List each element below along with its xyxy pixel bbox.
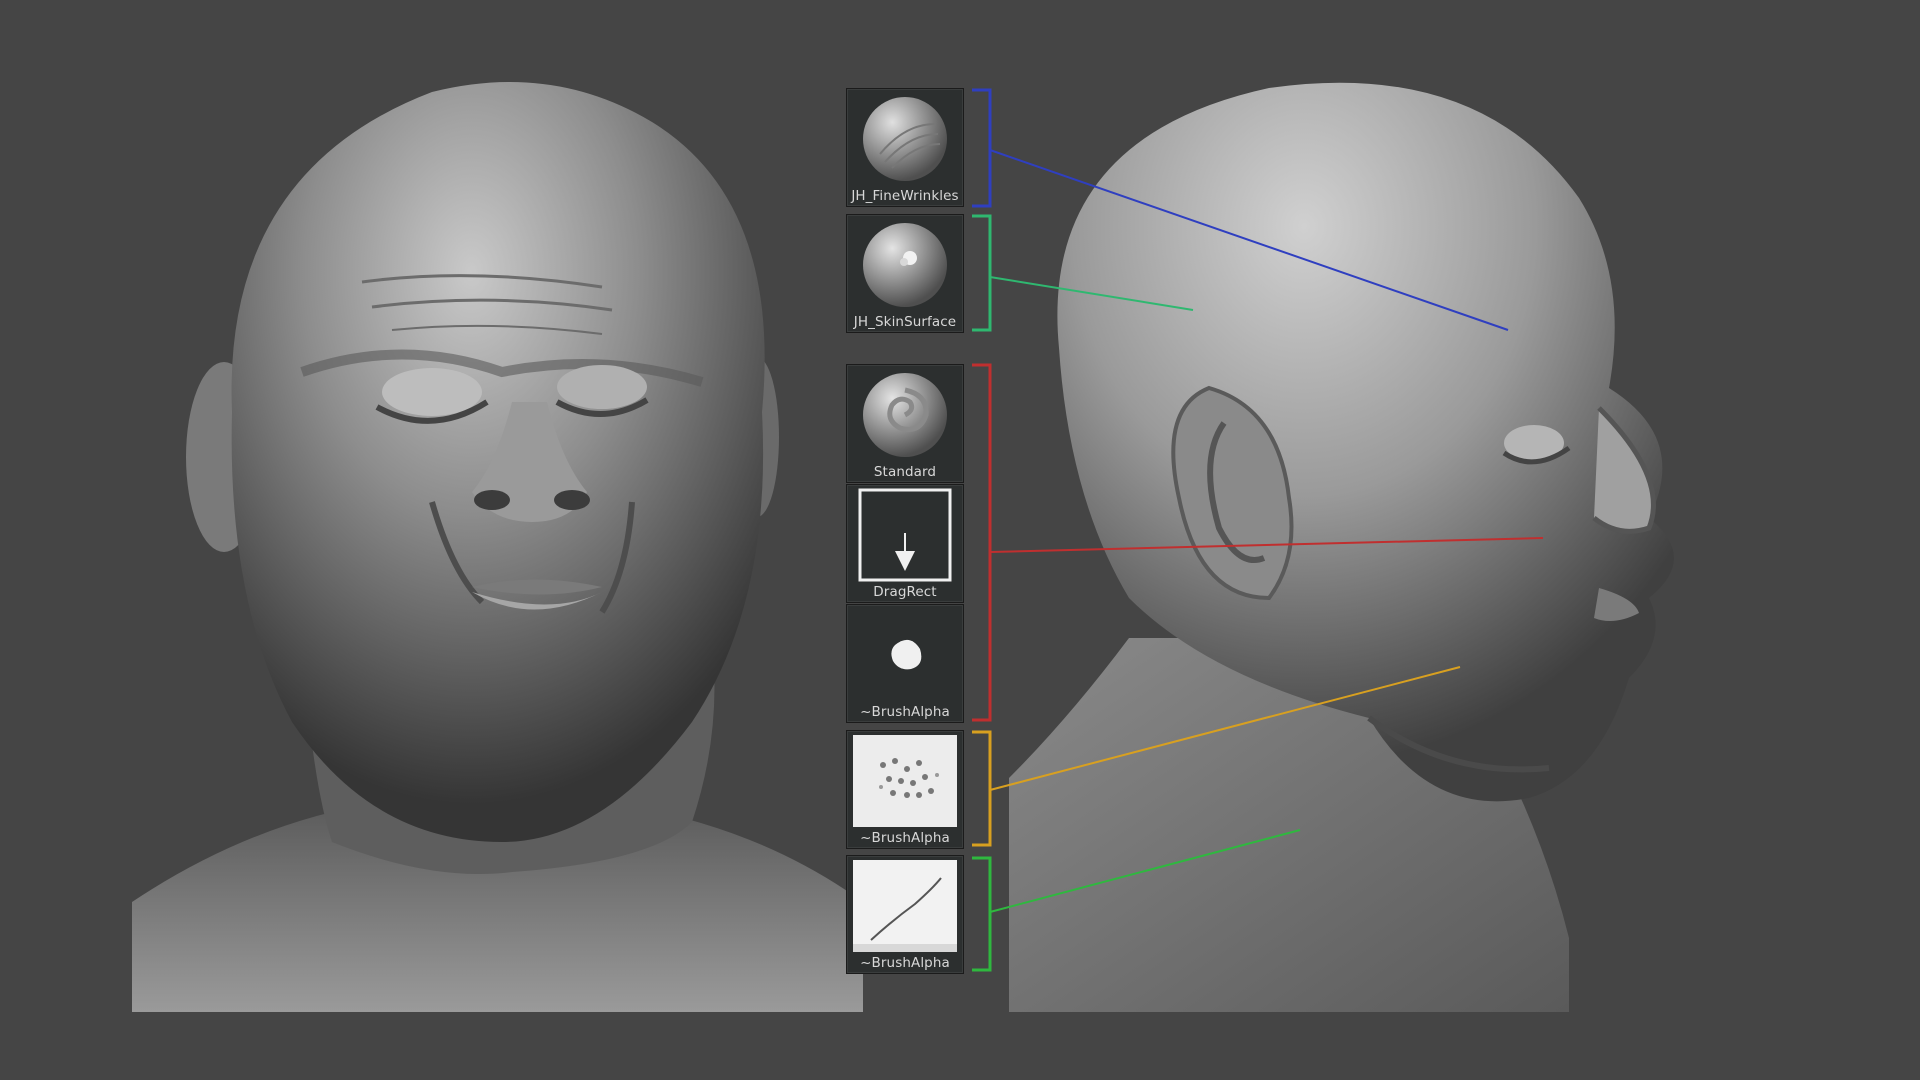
brush-tile-skin-surface[interactable]: JH_SkinSurface [846, 214, 964, 333]
bracket-yellow [972, 730, 992, 847]
alpha-tile-pores[interactable]: ~BrushAlpha [846, 730, 964, 849]
brush-label: JH_FineWrinkles [851, 188, 959, 204]
alpha-label: ~BrushAlpha [860, 830, 950, 846]
stroke-tile-dragrect[interactable]: DragRect [846, 484, 964, 603]
brush-label: JH_SkinSurface [853, 314, 957, 330]
side-head-illustration [1009, 78, 1814, 1012]
sphere-wrinkles-icon [853, 93, 957, 185]
alpha-tile-blob[interactable]: ~BrushAlpha [846, 604, 964, 723]
sphere-swirl-icon [853, 369, 957, 461]
bracket-green [972, 856, 992, 972]
alpha-label: ~BrushAlpha [860, 704, 950, 720]
stroke-label: DragRect [873, 584, 937, 600]
blob-alpha-icon [853, 609, 957, 701]
brush-tile-fine-wrinkles[interactable]: JH_FineWrinkles [846, 88, 964, 207]
bracket-teal [972, 214, 992, 332]
alpha-tile-line[interactable]: ~BrushAlpha [846, 855, 964, 974]
alpha-label: ~BrushAlpha [860, 955, 950, 971]
front-view-head-render [132, 82, 863, 1012]
side-view-head-render [1009, 78, 1814, 1012]
sculpt-breakdown-canvas: JH_FineWrinkles JH_SkinSurface Standard [0, 0, 1920, 1080]
bracket-red [972, 363, 992, 722]
dragrect-arrow-icon [853, 488, 957, 582]
pores-alpha-icon [853, 735, 957, 827]
brush-tile-standard[interactable]: Standard [846, 364, 964, 483]
sphere-skin-icon [853, 219, 957, 311]
brush-label: Standard [873, 464, 937, 480]
bracket-blue [972, 88, 992, 208]
front-head-illustration [132, 82, 863, 1012]
line-alpha-icon [853, 860, 957, 952]
